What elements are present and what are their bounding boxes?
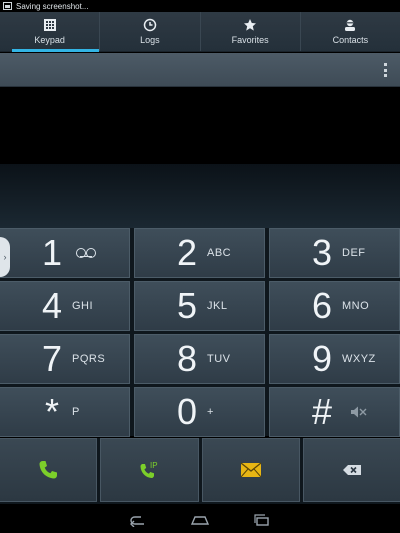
ip-call-button[interactable]: IP xyxy=(100,438,199,502)
key-0[interactable]: 0 + xyxy=(134,387,265,437)
key-letters: WXYZ xyxy=(342,353,376,365)
send-message-button[interactable] xyxy=(202,438,300,502)
key-digit: 3 xyxy=(311,232,333,273)
ip-call-icon: IP xyxy=(140,461,158,478)
contact-person-icon xyxy=(345,19,356,31)
key-6[interactable]: 6 MNO xyxy=(269,281,400,331)
status-bar: Saving screenshot... xyxy=(0,0,400,12)
envelope-icon xyxy=(240,462,262,478)
tab-label: Contacts xyxy=(332,35,369,45)
action-buttons-row: IP xyxy=(0,438,400,504)
key-digit: 1 xyxy=(41,232,63,273)
clock-icon xyxy=(143,18,157,32)
key-digit: 4 xyxy=(41,285,63,326)
display-background xyxy=(0,164,400,228)
key-digit: 2 xyxy=(176,232,198,273)
key-5[interactable]: 5 JKL xyxy=(134,281,265,331)
key-letters: TUV xyxy=(207,353,231,365)
key-3[interactable]: 3 DEF xyxy=(269,228,400,278)
drawer-handle[interactable]: › xyxy=(0,237,10,277)
action-bar xyxy=(0,53,400,87)
key-letters: P xyxy=(72,406,80,418)
back-icon[interactable] xyxy=(128,513,148,527)
key-7[interactable]: 7 PQRS xyxy=(0,334,130,384)
key-digit: # xyxy=(311,391,333,432)
recent-apps-icon[interactable] xyxy=(252,513,272,527)
key-letters: GHI xyxy=(72,300,94,312)
phone-call-icon xyxy=(39,461,57,479)
tab-favorites[interactable]: Favorites xyxy=(201,12,301,51)
backspace-button[interactable] xyxy=(303,438,400,502)
tab-keypad[interactable]: Keypad xyxy=(0,12,101,52)
key-letters: DEF xyxy=(342,247,366,259)
key-digit: 5 xyxy=(176,285,198,326)
key-1[interactable]: 1 xyxy=(0,228,130,278)
call-button[interactable] xyxy=(0,438,97,502)
dialpad: 1 2 ABC 3 DEF 4 GHI 5 JKL 6 MNO 7 PQRS 8… xyxy=(0,228,400,437)
key-hash[interactable]: # xyxy=(269,387,400,437)
key-letters: ABC xyxy=(207,247,232,259)
key-digit: 8 xyxy=(176,338,198,379)
key-2[interactable]: 2 ABC xyxy=(134,228,265,278)
key-digit: * xyxy=(44,391,59,432)
tab-logs[interactable]: Logs xyxy=(100,12,201,51)
navigation-bar xyxy=(0,506,400,533)
home-icon[interactable] xyxy=(190,513,210,527)
screenshot-icon xyxy=(3,2,12,10)
backspace-icon xyxy=(343,465,361,475)
key-letters: PQRS xyxy=(72,353,106,365)
key-digit: 7 xyxy=(41,338,63,379)
status-notification-text: Saving screenshot... xyxy=(16,1,89,11)
dialpad-icon xyxy=(43,19,56,31)
key-digit: 6 xyxy=(311,285,333,326)
key-8[interactable]: 8 TUV xyxy=(134,334,265,384)
tab-bar: Keypad Logs Favorites Contacts xyxy=(0,12,400,52)
chevron-right-icon: › xyxy=(3,252,7,262)
tab-label: Keypad xyxy=(34,35,65,45)
tab-label: Logs xyxy=(140,35,160,45)
digits-display[interactable] xyxy=(0,88,400,164)
key-digit: 9 xyxy=(311,338,333,379)
key-letters: JKL xyxy=(207,300,228,312)
tab-contacts[interactable]: Contacts xyxy=(301,12,400,51)
mute-speaker-icon xyxy=(351,406,367,418)
key-letters: MNO xyxy=(342,300,370,312)
key-letters: + xyxy=(207,406,214,418)
key-digit: 0 xyxy=(176,391,198,432)
tab-label: Favorites xyxy=(231,35,269,45)
overflow-menu-icon[interactable] xyxy=(382,63,388,77)
key-star[interactable]: * P xyxy=(0,387,130,437)
ip-label: IP xyxy=(150,461,158,470)
key-4[interactable]: 4 GHI xyxy=(0,281,130,331)
key-9[interactable]: 9 WXYZ xyxy=(269,334,400,384)
star-icon xyxy=(244,19,257,31)
voicemail-icon xyxy=(76,248,96,258)
